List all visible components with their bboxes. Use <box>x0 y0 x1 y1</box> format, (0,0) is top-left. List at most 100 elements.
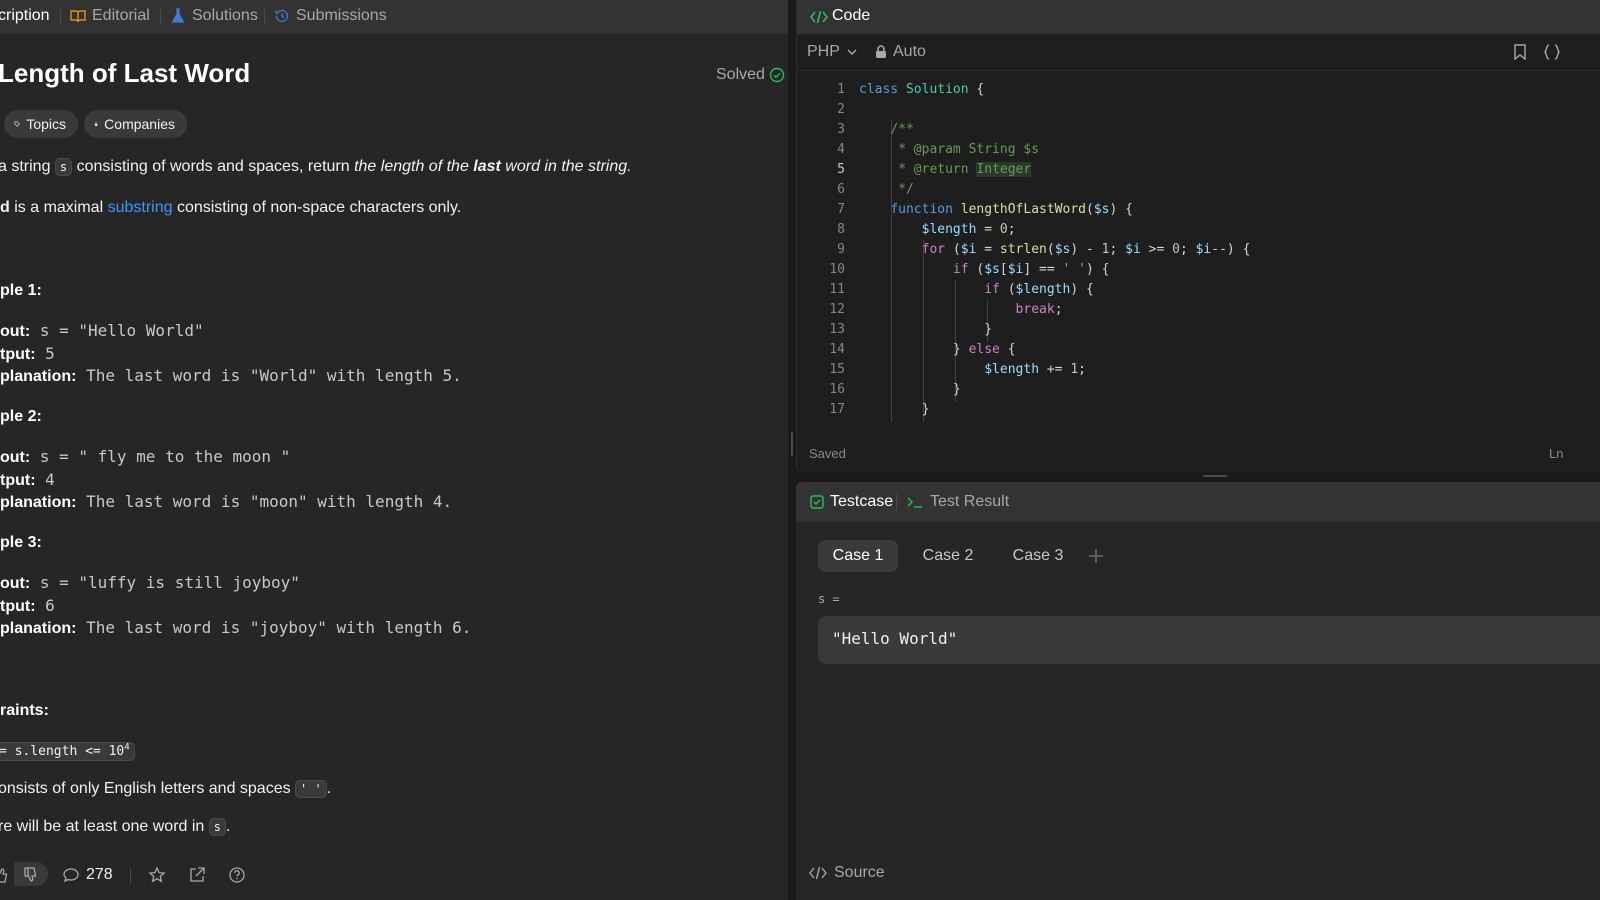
line-number: 14 <box>829 342 845 357</box>
horizontal-splitter[interactable] <box>796 472 1600 482</box>
external-link-icon <box>190 867 205 882</box>
code-line: * @param String $s <box>898 142 1040 157</box>
example-heading: ple 3: <box>0 534 42 551</box>
param-input[interactable]: "Hello World" <box>818 616 1600 664</box>
code-line: } <box>859 322 993 337</box>
code-line: } <box>859 402 930 417</box>
code-line: for ($i = strlen($s) - 1; $i >= 0; $i--)… <box>921 242 1251 257</box>
vertical-splitter-handle[interactable] <box>791 432 793 456</box>
topics-button[interactable]: Topics <box>4 110 78 138</box>
problem-panel: cription Editorial Solutions Submissions… <box>0 0 788 900</box>
explanation-value: The last word is "World" with length 5. <box>76 366 462 385</box>
constraint-2: onsists of only English letters and spac… <box>0 780 331 798</box>
testcase-header: Testcase Test Result <box>796 482 1600 522</box>
output-label: tput: <box>0 346 36 363</box>
flask-icon <box>171 8 185 23</box>
input-value: s = " fly me to the moon " <box>30 447 291 466</box>
line-number: 1 <box>837 82 845 97</box>
auto-mode[interactable]: Auto <box>875 43 926 61</box>
check-circle-icon <box>769 67 785 83</box>
output-label: tput: <box>0 598 36 615</box>
language-select[interactable]: PHP <box>807 43 858 61</box>
explanation-label: planation: <box>0 368 77 385</box>
save-status: Saved <box>809 446 846 461</box>
code-line: function lengthOfLastWord($s) { <box>890 202 1133 217</box>
code-line: class Solution { <box>859 82 985 97</box>
bookmark-icon[interactable] <box>1513 44 1527 60</box>
output-value: 5 <box>35 344 55 363</box>
testcase-panel: Testcase Test Result Case 1 Case 2 Case … <box>796 482 1600 900</box>
line-number: 17 <box>829 402 845 417</box>
tab-test-result-label: Test Result <box>930 493 1010 510</box>
tab-testcase[interactable]: Testcase <box>810 493 893 511</box>
example-heading: ple 2: <box>0 408 42 425</box>
explanation-label: planation: <box>0 494 77 511</box>
desc-bold: d <box>0 199 10 216</box>
tab-description[interactable]: cription <box>0 7 50 25</box>
tab-submissions-label: Submissions <box>296 7 387 24</box>
explanation-label: planation: <box>0 620 77 637</box>
topics-label: Topics <box>26 116 66 132</box>
braces-icon[interactable] <box>1543 44 1561 60</box>
star-icon <box>148 866 166 883</box>
code-icon <box>809 10 829 24</box>
line-number: 5 <box>837 162 845 177</box>
problem-tabs: cription Editorial Solutions Submissions <box>0 0 788 34</box>
line-number: 2 <box>837 102 845 117</box>
tab-solutions[interactable]: Solutions <box>170 7 258 25</box>
cursor-position: Ln <box>1549 446 1564 461</box>
add-case-icon[interactable] <box>1088 548 1104 564</box>
case-3-tab[interactable]: Case 3 <box>998 540 1078 572</box>
line-number: 9 <box>837 242 845 257</box>
line-number: 10 <box>829 262 845 277</box>
code-line: if ($length) { <box>984 282 1094 297</box>
like-button[interactable] <box>0 866 8 884</box>
output-label: tput: <box>0 472 36 489</box>
input-value: s = "Hello World" <box>30 321 204 340</box>
constraint-text: . <box>226 818 231 835</box>
substring-link[interactable]: substring <box>108 199 173 216</box>
help-button[interactable] <box>228 866 246 884</box>
explanation-value: The last word is "moon" with length 4. <box>76 492 453 511</box>
thumbs-down-icon <box>24 867 37 882</box>
output-value: 6 <box>35 596 55 615</box>
example-input: out: s = "Hello World" <box>0 321 204 341</box>
line-number: 16 <box>829 382 845 397</box>
tab-solutions-label: Solutions <box>192 7 258 24</box>
dislike-button[interactable] <box>14 862 48 886</box>
horizontal-splitter-handle[interactable] <box>1203 475 1227 477</box>
code-line: $length = 0; <box>921 222 1016 237</box>
checkbox-icon <box>810 495 824 509</box>
source-button[interactable]: Source <box>808 864 885 882</box>
desc-text: consisting of words and spaces, return <box>72 158 355 175</box>
case-2-tab[interactable]: Case 2 <box>908 540 988 572</box>
line-number: 8 <box>837 222 845 237</box>
code-line: } else { <box>859 342 1016 357</box>
code-line: if ($s[$i] == ' ') { <box>952 262 1110 277</box>
description-line-2: d is a maximal substring consisting of n… <box>0 199 461 217</box>
comment-icon <box>63 868 79 883</box>
desc-bold-italic: last <box>473 158 501 175</box>
comments-button[interactable]: 278 <box>62 866 113 884</box>
tab-description-label: cription <box>0 7 50 24</box>
case-1-tab[interactable]: Case 1 <box>818 540 898 572</box>
problem-title: Length of Last Word <box>0 58 251 88</box>
tab-separator <box>264 9 265 25</box>
code-toolbar: PHP Auto <box>797 34 1600 71</box>
constraint-exponent: 4 <box>124 742 130 753</box>
code-status-bar: Saved Ln <box>797 444 1600 470</box>
tab-test-result[interactable]: Test Result <box>906 493 1009 511</box>
share-button[interactable] <box>188 866 206 884</box>
tab-submissions[interactable]: Submissions <box>274 7 387 25</box>
output-value: 4 <box>35 470 55 489</box>
companies-label: Companies <box>104 116 175 132</box>
code-panel-title: Code <box>832 7 871 24</box>
favorite-button[interactable] <box>148 866 166 884</box>
tab-editorial[interactable]: Editorial <box>70 7 150 25</box>
companies-button[interactable]: Companies <box>84 110 187 138</box>
inline-code: s <box>208 818 227 836</box>
language-label: PHP <box>807 43 840 60</box>
tag-icon <box>14 121 20 127</box>
tab-editorial-label: Editorial <box>92 7 150 24</box>
desc-text: consisting of non-space characters only. <box>172 199 462 216</box>
